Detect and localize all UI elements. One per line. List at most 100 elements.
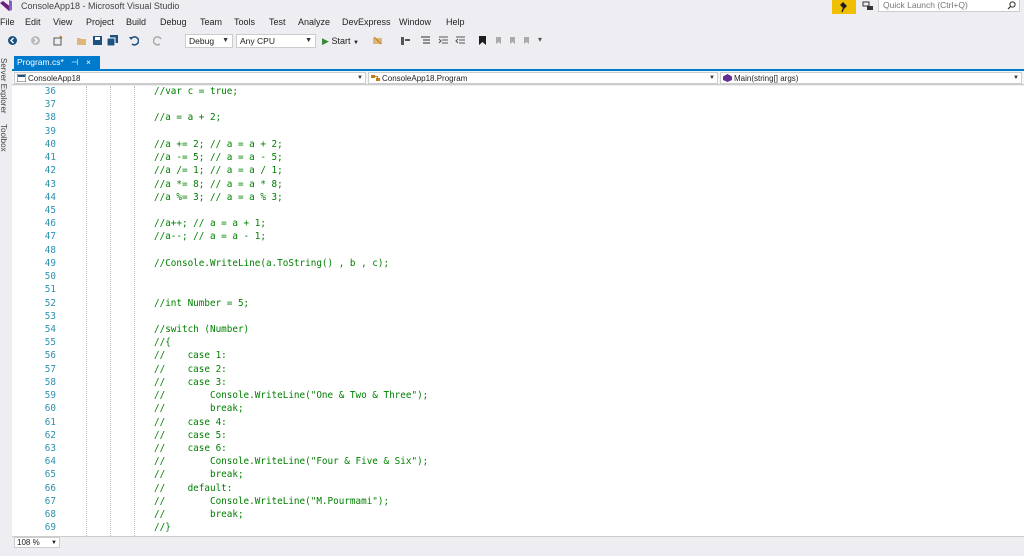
code-line[interactable]: 52 //int Number = 5; (12, 298, 1024, 311)
previous-bookmark-icon[interactable] (493, 35, 504, 46)
line-text[interactable]: //var c = true; (154, 86, 238, 97)
code-line[interactable]: 63 // case 6: (12, 443, 1024, 456)
pin-icon[interactable]: ⊣ (71, 56, 78, 69)
code-line[interactable]: 43 //a *= 8; // a = a * 8; (12, 179, 1024, 192)
outdent-icon[interactable] (455, 35, 466, 46)
indent-icon[interactable] (438, 35, 449, 46)
line-text[interactable]: //int Number = 5; (154, 298, 249, 309)
code-line[interactable]: 68 // break; (12, 509, 1024, 522)
code-line[interactable]: 60 // break; (12, 403, 1024, 416)
code-line[interactable]: 48 (12, 245, 1024, 258)
browser-link-icon[interactable] (372, 35, 383, 46)
line-text[interactable]: // case 3: (154, 377, 227, 388)
code-line[interactable]: 59 // Console.WriteLine("One & Two & Thre… (12, 390, 1024, 403)
code-line[interactable]: 45 (12, 205, 1024, 218)
code-line[interactable]: 38 //a = a + 2; (12, 112, 1024, 125)
type-dropdown[interactable]: ConsoleApp18.Program ▼ (368, 72, 718, 84)
close-icon[interactable]: × (86, 56, 91, 69)
code-line[interactable]: 39 (12, 126, 1024, 139)
code-line[interactable]: 44 //a %= 3; // a = a % 3; (12, 192, 1024, 205)
line-text[interactable]: //} (154, 522, 171, 533)
start-debugging-button[interactable]: ▶ Start ▼ (322, 34, 359, 48)
code-line[interactable]: 42 //a /= 1; // a = a / 1; (12, 165, 1024, 178)
toolbox-tab[interactable]: Toolbox (0, 124, 8, 152)
back-icon[interactable] (7, 35, 18, 46)
save-icon[interactable] (92, 35, 103, 46)
line-text[interactable]: //a = a + 2; (154, 112, 221, 123)
code-line[interactable]: 64 // Console.WriteLine("Four & Five & Si… (12, 456, 1024, 469)
menu-window[interactable]: Window (399, 17, 431, 27)
code-line[interactable]: 50 (12, 271, 1024, 284)
code-line[interactable]: 53 (12, 311, 1024, 324)
forward-icon[interactable] (30, 35, 41, 46)
step-into-icon[interactable] (400, 35, 411, 46)
menu-build[interactable]: Build (126, 17, 146, 27)
code-line[interactable]: 41 //a -= 5; // a = a - 5; (12, 152, 1024, 165)
line-text[interactable]: //a %= 3; // a = a % 3; (154, 192, 283, 203)
line-text[interactable]: //a *= 8; // a = a * 8; (154, 179, 283, 190)
notifications-button[interactable] (832, 0, 856, 14)
line-text[interactable]: //{ (154, 337, 171, 348)
code-editor[interactable]: 36 //var c = true; 37 38 //a = a + 2; 39 40 //a… (12, 86, 1024, 536)
platform-dropdown[interactable]: Any CPU ▼ (236, 34, 316, 48)
line-text[interactable]: // break; (154, 509, 244, 520)
menu-file[interactable]: File (0, 17, 15, 27)
line-text[interactable]: //Console.WriteLine(a.ToString() , b , c… (154, 258, 389, 269)
line-text[interactable]: // case 1: (154, 350, 227, 361)
menu-analyze[interactable]: Analyze (298, 17, 330, 27)
code-line[interactable]: 67 // Console.WriteLine("M.Pourmami"); (12, 496, 1024, 509)
format-icon[interactable] (420, 35, 431, 46)
code-line[interactable]: 62 // case 5: (12, 430, 1024, 443)
undo-icon[interactable] (128, 35, 139, 46)
tab-program-cs[interactable]: Program.cs* ⊣ × (14, 56, 100, 69)
line-text[interactable]: //a -= 5; // a = a - 5; (154, 152, 283, 163)
menu-devexpress[interactable]: DevExpress (342, 17, 391, 27)
configuration-dropdown[interactable]: Debug ▼ (185, 34, 233, 48)
open-file-icon[interactable] (76, 35, 87, 46)
line-text[interactable]: //a += 2; // a = a + 2; (154, 139, 283, 150)
line-text[interactable]: // case 4: (154, 417, 227, 428)
server-explorer-tab[interactable]: Server Explorer (0, 58, 8, 114)
code-line[interactable]: 56 // case 1: (12, 350, 1024, 363)
save-all-icon[interactable] (107, 35, 118, 46)
code-line[interactable]: 46 //a++; // a = a + 1; (12, 218, 1024, 231)
line-text[interactable]: // default: (154, 483, 232, 494)
toolbar-overflow-icon[interactable]: ▾ (538, 35, 542, 44)
code-line[interactable]: 49 //Console.WriteLine(a.ToString() , b ,… (12, 258, 1024, 271)
code-line[interactable]: 61 // case 4: (12, 417, 1024, 430)
line-text[interactable]: // Console.WriteLine("M.Pourmami"); (154, 496, 389, 507)
member-dropdown[interactable]: Main(string[] args) ▼ (720, 72, 1022, 84)
menu-project[interactable]: Project (86, 17, 114, 27)
code-line[interactable]: 51 (12, 284, 1024, 297)
clear-bookmarks-icon[interactable] (521, 35, 532, 46)
menu-tools[interactable]: Tools (234, 17, 255, 27)
quick-launch-input[interactable]: Quick Launch (Ctrl+Q) (878, 0, 1020, 12)
line-text[interactable]: // case 5: (154, 430, 227, 441)
code-line[interactable]: 40 //a += 2; // a = a + 2; (12, 139, 1024, 152)
menu-help[interactable]: Help (446, 17, 465, 27)
code-line[interactable]: 57 // case 2: (12, 364, 1024, 377)
line-text[interactable]: // Console.WriteLine("One & Two & Three"… (154, 390, 428, 401)
bookmark-icon[interactable] (477, 35, 488, 46)
line-text[interactable]: //switch (Number) (154, 324, 249, 335)
line-text[interactable]: //a--; // a = a - 1; (154, 231, 266, 242)
feedback-icon[interactable] (862, 0, 874, 12)
menu-edit[interactable]: Edit (25, 17, 41, 27)
code-line[interactable]: 69 //} (12, 522, 1024, 535)
redo-icon[interactable] (153, 35, 164, 46)
line-text[interactable]: //a++; // a = a + 1; (154, 218, 266, 229)
code-line[interactable]: 54 //switch (Number) (12, 324, 1024, 337)
line-text[interactable]: // break; (154, 469, 244, 480)
line-text[interactable]: // case 6: (154, 443, 227, 454)
line-text[interactable]: // break; (154, 403, 244, 414)
line-text[interactable]: // Console.WriteLine("Four & Five & Six"… (154, 456, 428, 467)
code-line[interactable]: 58 // case 3: (12, 377, 1024, 390)
menu-test[interactable]: Test (269, 17, 286, 27)
code-line[interactable]: 47 //a--; // a = a - 1; (12, 231, 1024, 244)
menu-team[interactable]: Team (200, 17, 222, 27)
line-text[interactable]: //a /= 1; // a = a / 1; (154, 165, 283, 176)
new-project-icon[interactable] (53, 35, 64, 46)
code-line[interactable]: 55 //{ (12, 337, 1024, 350)
menu-debug[interactable]: Debug (160, 17, 187, 27)
code-line[interactable]: 66 // default: (12, 483, 1024, 496)
